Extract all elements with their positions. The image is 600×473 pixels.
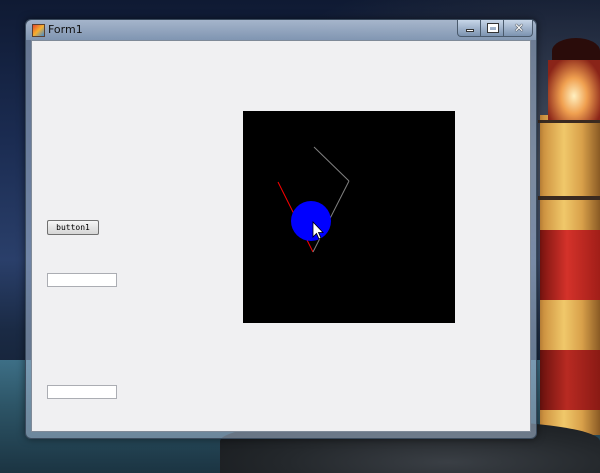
lighthouse-rail-top (538, 120, 600, 123)
gray-line-upper (313, 146, 350, 182)
canvas-drawing (277, 146, 350, 253)
minimize-button[interactable] (457, 20, 481, 37)
drawing-canvas[interactable] (243, 111, 455, 323)
window-title: Form1 (48, 23, 83, 36)
form-client-area: button1 (31, 40, 531, 432)
lighthouse-red-base (540, 350, 600, 410)
minimize-icon (466, 29, 474, 32)
lighthouse-rail (538, 196, 600, 200)
textbox2[interactable] (47, 385, 117, 399)
maximize-icon (487, 23, 499, 33)
button1[interactable]: button1 (47, 220, 99, 235)
lighthouse-lamp (548, 60, 600, 120)
blue-ball[interactable] (291, 201, 331, 241)
textbox1[interactable] (47, 273, 117, 287)
close-button[interactable]: ✕ (503, 20, 533, 37)
maximize-button[interactable] (480, 20, 504, 37)
close-icon: ✕ (513, 21, 525, 35)
lighthouse-red-band (540, 230, 600, 300)
title-bar[interactable]: Form1 ✕ (26, 20, 536, 40)
app-form-icon[interactable] (32, 24, 45, 37)
form1-window: Form1 ✕ button1 (25, 19, 537, 439)
